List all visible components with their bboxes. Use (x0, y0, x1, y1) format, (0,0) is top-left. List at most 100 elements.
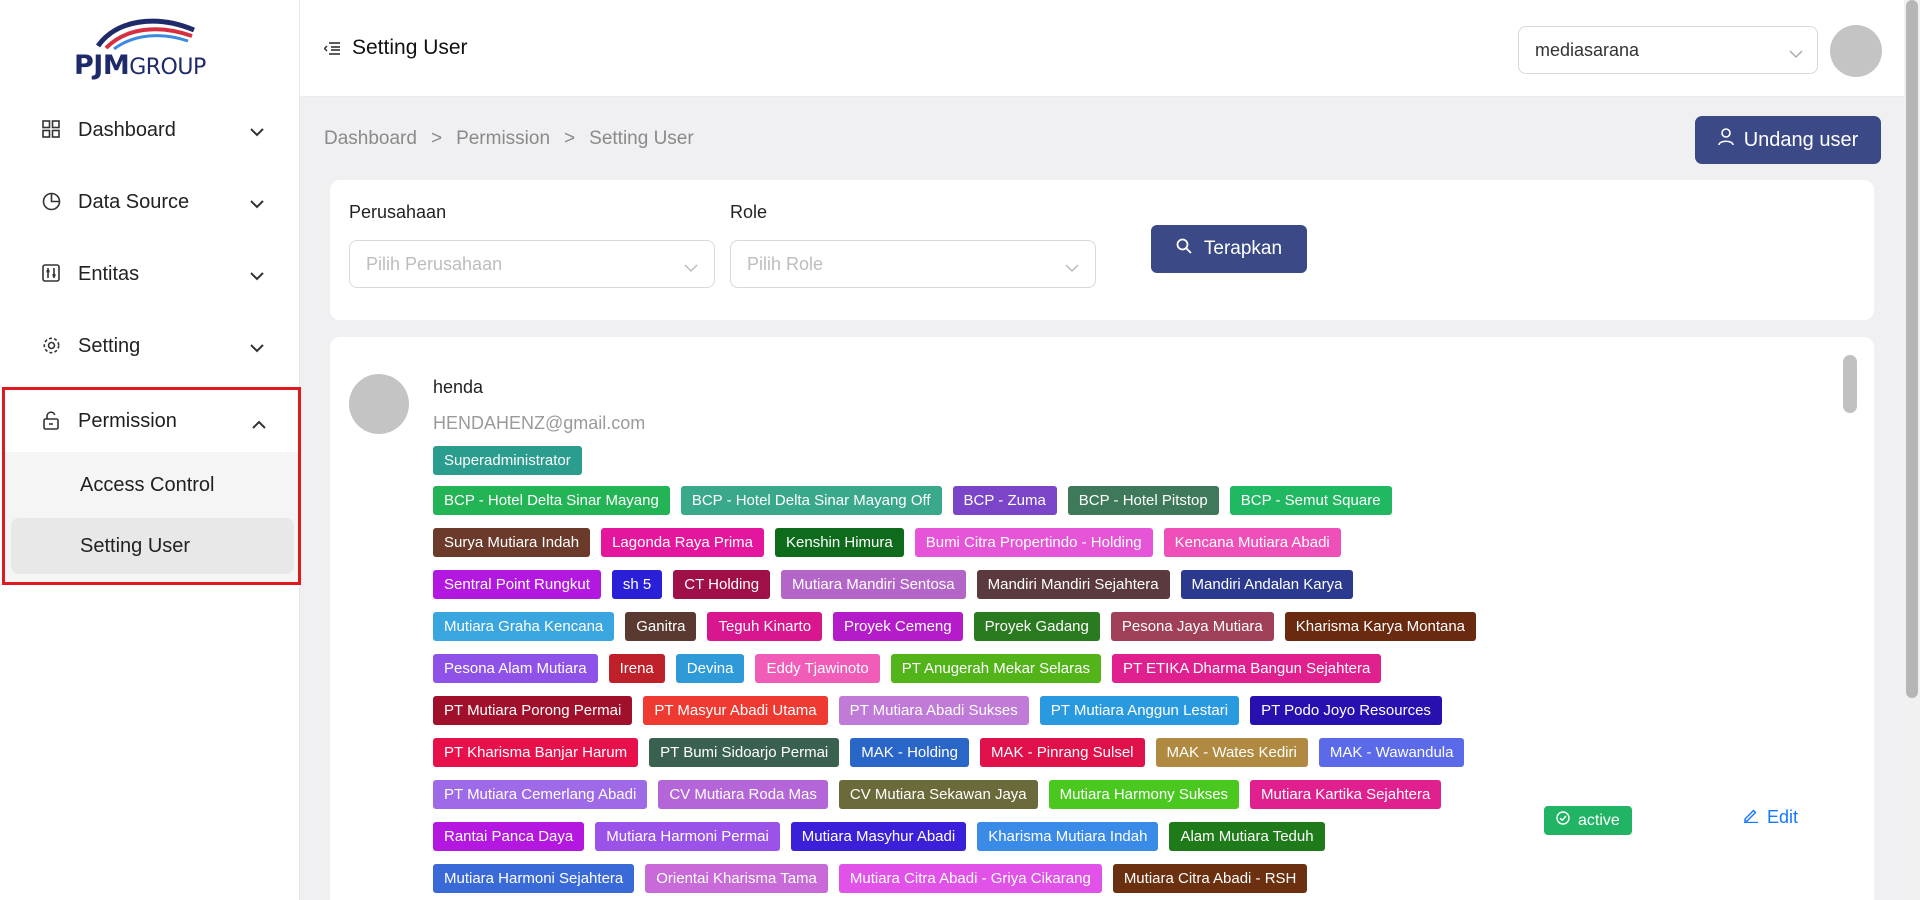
sidebar-item-entitas[interactable]: Entitas (0, 238, 300, 310)
company-tag: PT Kharisma Banjar Harum (433, 738, 639, 767)
logo-swoosh-icon (96, 18, 195, 50)
invite-user-button[interactable]: Undang user (1695, 116, 1881, 164)
company-tag: Kharisma Mutiara Indah (977, 822, 1159, 851)
chevron-down-icon (250, 336, 264, 359)
role-filter-placeholder: Pilih Role (747, 253, 824, 274)
company-tag: Pesona Jaya Mutiara (1110, 612, 1274, 641)
permission-menu-group: Permission Access Control Setting User (2, 387, 301, 585)
company-tag: Ganitra (625, 612, 697, 641)
company-tag: BCP - Hotel Delta Sinar Mayang Off (680, 486, 942, 515)
company-tag: Kharisma Karya Montana (1284, 612, 1477, 641)
company-select[interactable]: mediasarana (1518, 26, 1818, 74)
company-tag: Mutiara Mandiri Sentosa (781, 570, 966, 599)
breadcrumb-permission[interactable]: Permission (456, 128, 550, 150)
sliders-icon (42, 264, 62, 284)
avatar (349, 374, 409, 434)
company-tag: Mutiara Citra Abadi - Griya Cikarang (838, 864, 1102, 893)
card-scrollbar[interactable] (1841, 349, 1859, 900)
permission-submenu: Access Control Setting User (5, 452, 298, 582)
company-tag: PT Mutiara Cemerlang Abadi (433, 780, 648, 809)
company-tag-row: Mutiara Harmoni Sejahtera Orientai Kharis… (433, 864, 1553, 893)
company-tag: sh 5 (611, 570, 663, 599)
company-tag: Alam Mutiara Teduh (1169, 822, 1325, 851)
breadcrumb: Dashboard > Permission > Setting User (324, 128, 694, 150)
company-tag: Proyek Gadang (973, 612, 1100, 641)
company-tag: Mutiara Graha Kencana (433, 612, 615, 641)
menu-fold-icon[interactable] (324, 41, 340, 55)
edit-user-button[interactable]: Edit (1743, 807, 1798, 828)
company-tag: PT Bumi Sidoarjo Permai (649, 738, 840, 767)
company-tag: Mutiara Citra Abadi - RSH (1112, 864, 1308, 893)
company-tag: CT Holding (673, 570, 771, 599)
pjm-group-logo[interactable]: PJMGROUP (72, 14, 232, 84)
grid-icon (42, 120, 62, 140)
company-tag: Orientai Kharisma Tama (645, 864, 828, 893)
chevron-down-icon (250, 120, 264, 143)
sidebar-item-label: Permission (78, 409, 177, 432)
page-title: Setting User (324, 36, 468, 60)
sidebar-item-label: Data Source (78, 190, 190, 213)
chevron-down-icon (250, 264, 264, 287)
company-tag: Pesona Alam Mutiara (433, 654, 598, 683)
company-tag: PT Podo Joyo Resources (1250, 696, 1442, 725)
company-tag-row: Rantai Panca Daya Mutiara Harmoni Permai M… (433, 822, 1553, 851)
sidebar-item-data-source[interactable]: Data Source (0, 166, 300, 238)
apply-filter-button[interactable]: Terapkan (1151, 225, 1307, 273)
chevron-up-icon (252, 412, 266, 435)
sidebar-nav: Dashboard Data Source Entitas Setting (0, 94, 300, 382)
chevron-down-icon (250, 192, 264, 215)
company-tag-row: BCP - Hotel Delta Sinar Mayang BCP - Hote… (433, 486, 1553, 515)
status-badge: active (1544, 806, 1632, 835)
company-tag: CV Mutiara Sekawan Jaya (838, 780, 1038, 809)
company-tag: PT Mutiara Abadi Sukses (838, 696, 1029, 725)
search-icon (1176, 238, 1192, 260)
user-card: henda HENDAHENZ@gmail.com Superadministr… (330, 337, 1874, 900)
logo-text: PJMGROUP (74, 50, 206, 81)
top-header: Setting User mediasarana (300, 0, 1904, 97)
company-tag: PT Mutiara Porong Permai (433, 696, 633, 725)
company-tag: Mutiara Harmony Sukses (1048, 780, 1240, 809)
company-tag: Sentral Point Rungkut (433, 570, 601, 599)
sidebar-item-permission[interactable]: Permission (5, 390, 298, 452)
check-circle-icon (1556, 811, 1570, 830)
gear-icon (42, 336, 62, 356)
company-tag: Proyek Cemeng (833, 612, 963, 641)
sidebar-item-access-control[interactable]: Access Control (5, 452, 298, 518)
company-tag: Kenshin Himura (775, 528, 904, 557)
role-filter-select[interactable]: Pilih Role (730, 240, 1096, 288)
company-tag: BCP - Hotel Delta Sinar Mayang (433, 486, 670, 515)
edit-icon (1743, 807, 1759, 828)
breadcrumb-dashboard[interactable]: Dashboard (324, 128, 417, 150)
company-tag: Irena (608, 654, 665, 683)
company-tag-row: PT Mutiara Porong Permai PT Masyur Abadi … (433, 696, 1553, 725)
sidebar-item-setting-user[interactable]: Setting User (11, 518, 294, 574)
company-tag: PT ETIKA Dharma Bangun Sejahtera (1111, 654, 1382, 683)
company-filter-placeholder: Pilih Perusahaan (366, 253, 503, 274)
invite-user-label: Undang user (1743, 128, 1859, 151)
company-tag: Mutiara Kartika Sejahtera (1250, 780, 1442, 809)
user-avatar[interactable] (1830, 25, 1882, 77)
company-tag: Mutiara Masyhur Abadi (790, 822, 967, 851)
user-name: henda (433, 377, 484, 397)
company-tag: BCP - Zuma (952, 486, 1057, 515)
pie-chart-icon (42, 192, 62, 212)
company-tag: Lagonda Raya Prima (601, 528, 764, 557)
company-tags: BCP - Hotel Delta Sinar Mayang BCP - Hote… (433, 486, 1553, 900)
role-filter-label: Role (730, 202, 768, 222)
user-email: HENDAHENZ@gmail.com (433, 413, 646, 433)
company-tag: PT Masyur Abadi Utama (643, 696, 828, 725)
company-select-value: mediasarana (1535, 39, 1640, 60)
card-scrollbar-thumb[interactable] (1843, 355, 1857, 413)
sidebar-item-dashboard[interactable]: Dashboard (0, 94, 300, 166)
company-tag-row: Surya Mutiara Indah Lagonda Raya Prima Ken… (433, 528, 1553, 557)
company-filter-select[interactable]: Pilih Perusahaan (349, 240, 715, 288)
status-text: active (1578, 811, 1620, 829)
company-tag: BCP - Semut Square (1229, 486, 1392, 515)
sidebar-item-label: Entitas (78, 262, 140, 285)
chevron-down-icon (684, 257, 698, 278)
page-scrollbar-thumb[interactable] (1906, 0, 1918, 698)
breadcrumb-separator: > (564, 128, 576, 149)
company-tag-row: Pesona Alam Mutiara Irena Devina Eddy Tjawi… (433, 654, 1553, 683)
breadcrumb-separator: > (430, 128, 443, 149)
sidebar-item-setting[interactable]: Setting (0, 310, 300, 382)
